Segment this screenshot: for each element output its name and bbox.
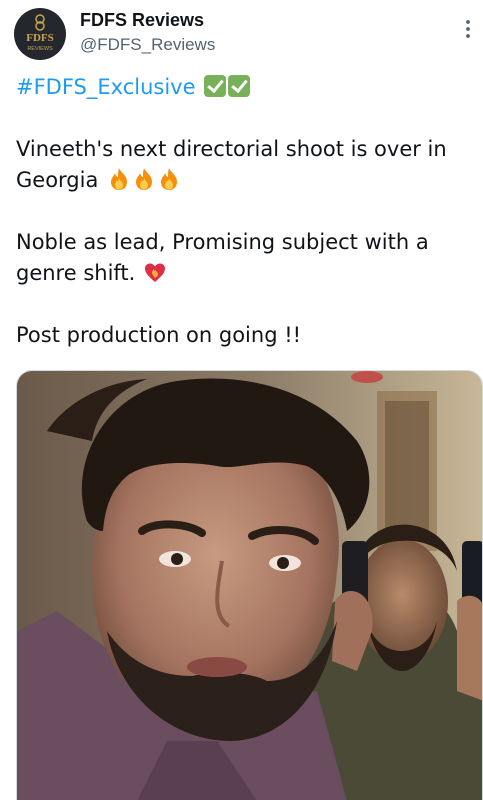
fire-icon: [108, 167, 130, 191]
tweet-line-post-production: Post production on going !!: [16, 323, 302, 347]
tweet-line-lead: Noble as lead, Promising subject with a …: [16, 230, 429, 285]
more-options-icon[interactable]: [461, 18, 475, 40]
avatar-logo-subtext: REVIEWS: [27, 46, 53, 52]
author-handle[interactable]: @FDFS_Reviews: [80, 35, 215, 55]
tweet: FDFS REVIEWS FDFS Reviews @FDFS_Reviews …: [0, 0, 483, 800]
author-display-name[interactable]: FDFS Reviews: [80, 10, 204, 31]
avatar[interactable]: FDFS REVIEWS: [14, 8, 66, 60]
fire-icon: [158, 167, 180, 191]
tweet-line-shoot: Vineeth's next directorial shoot is over…: [16, 137, 447, 192]
heart-on-fire-icon: [143, 261, 167, 283]
tweet-media-photo[interactable]: [16, 370, 483, 800]
avatar-logo-text: FDFS: [26, 32, 54, 44]
hashtag-link[interactable]: #FDFS_Exclusive: [16, 75, 196, 99]
tweet-text: #FDFS_Exclusive Vineeth's next directori…: [16, 72, 471, 351]
check-mark-icon: [204, 75, 227, 97]
check-mark-icon: [228, 75, 251, 97]
fire-icon: [133, 167, 155, 191]
